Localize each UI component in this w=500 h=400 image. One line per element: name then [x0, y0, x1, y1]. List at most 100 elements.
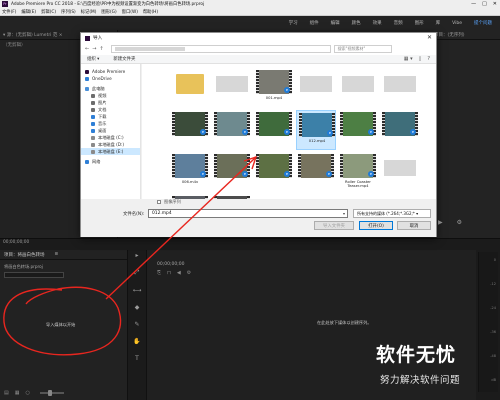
- image-sequence-checkbox[interactable]: [157, 200, 161, 204]
- program-panel: 节目：(无序列) ▶ ⚙: [430, 30, 500, 238]
- menu-sequence[interactable]: 序列(S): [61, 9, 76, 15]
- nav-item[interactable]: 本地磁盘 (D:): [81, 141, 140, 148]
- filetype-select[interactable]: 所有支持的媒体 (*.264;*.3G2;* ▾: [353, 209, 431, 218]
- file-item[interactable]: e 006.m4v: [170, 152, 210, 192]
- file-item[interactable]: e: [212, 110, 252, 150]
- ripple-edit-icon[interactable]: ⟷: [133, 287, 142, 294]
- maximize-button[interactable]: □: [482, 1, 487, 7]
- file-item[interactable]: e: [212, 152, 252, 192]
- watermark-logo: 软件无忧: [376, 344, 457, 366]
- project-search-input[interactable]: [4, 272, 64, 278]
- file-item[interactable]: [212, 68, 252, 108]
- workspace-tab-0[interactable]: 学习: [289, 20, 298, 26]
- dialog-close-button[interactable]: ✕: [427, 34, 432, 41]
- list-view-icon[interactable]: ▤: [4, 390, 9, 396]
- nest-icon[interactable]: ⎘: [157, 270, 161, 276]
- timeline-settings-icon[interactable]: ⚙: [187, 270, 191, 276]
- chevron-down-icon[interactable]: ▾: [343, 211, 345, 216]
- menu-help[interactable]: 帮助(H): [143, 9, 158, 15]
- file-item[interactable]: [296, 68, 336, 108]
- file-item[interactable]: e: [170, 110, 210, 150]
- type-icon[interactable]: T: [135, 355, 139, 362]
- address-bar[interactable]: [110, 45, 331, 53]
- new-folder-button[interactable]: 新建文件夹: [113, 56, 135, 62]
- pen-icon[interactable]: ✎: [134, 321, 139, 328]
- project-bottom-tools: ▤ ▦ ○: [4, 390, 124, 396]
- nav-item[interactable]: OneDrive: [81, 75, 140, 82]
- workspace-tab-3[interactable]: 颜色: [352, 20, 361, 26]
- window-title: Adobe Premiere Pro CC 2018 - E:\百度经验\PR中…: [11, 2, 205, 7]
- nav-item[interactable]: 网络: [81, 158, 140, 165]
- file-item[interactable]: [380, 68, 420, 108]
- minimize-button[interactable]: —: [471, 1, 476, 7]
- nav-item[interactable]: 音乐: [81, 120, 140, 127]
- workspace-tab-6[interactable]: 图形: [415, 20, 424, 26]
- media-badge-icon: e: [368, 129, 374, 135]
- workspace-tab-8[interactable]: Vibe: [452, 21, 462, 26]
- file-item[interactable]: e 012.mp4: [296, 110, 336, 150]
- organize-button[interactable]: 组织 ▾: [87, 56, 99, 62]
- nav-item[interactable]: 文档: [81, 106, 140, 113]
- nav-item[interactable]: Adobe Premiere: [81, 68, 140, 75]
- file-item[interactable]: e: [296, 152, 336, 192]
- menu-clip[interactable]: 剪辑(C): [41, 9, 56, 15]
- preview-pane-button[interactable]: ▯: [419, 56, 422, 62]
- workspace-tab-2[interactable]: 编辑: [331, 20, 340, 26]
- play-icon[interactable]: ▶: [438, 219, 443, 226]
- nav-item[interactable]: 本地磁盘 (E:): [81, 148, 140, 155]
- dialog-search-input[interactable]: 搜索"视频素材": [333, 45, 392, 53]
- settings-icon[interactable]: ⚙: [457, 219, 462, 226]
- workspace-tab-4[interactable]: 效果: [373, 20, 382, 26]
- file-item[interactable]: [338, 68, 378, 108]
- up-icon[interactable]: ↑: [99, 46, 103, 52]
- razor-icon[interactable]: ◆: [135, 304, 140, 311]
- nav-item[interactable]: 视频: [81, 92, 140, 99]
- nav-item[interactable]: 桌面: [81, 127, 140, 134]
- freeform-view-icon[interactable]: ○: [25, 390, 29, 396]
- menu-edit[interactable]: 编辑(E): [21, 9, 36, 15]
- panel-menu-icon[interactable]: ≡: [55, 252, 59, 257]
- workspace-tab-7[interactable]: 库: [436, 20, 441, 26]
- workspace-tab-9[interactable]: 提个问题: [474, 20, 492, 26]
- menu-graphics[interactable]: 图形(G): [101, 9, 116, 15]
- help-icon[interactable]: ?: [427, 56, 430, 62]
- close-window-button[interactable]: ✕: [493, 1, 497, 7]
- track-select-icon[interactable]: ⤢: [135, 269, 140, 277]
- tab-project[interactable]: 项目：将画白色转场: [4, 252, 45, 258]
- snap-icon[interactable]: ⊓: [167, 270, 171, 276]
- program-panel-header[interactable]: 节目：(无序列): [430, 30, 500, 40]
- selection-tool-icon[interactable]: ▸: [135, 252, 138, 259]
- open-button[interactable]: 打开(O): [359, 221, 393, 230]
- forward-icon[interactable]: →: [92, 46, 96, 52]
- zoom-slider[interactable]: [39, 390, 64, 396]
- file-item[interactable]: [380, 152, 420, 192]
- workspace-tab-5[interactable]: 音频: [394, 20, 403, 26]
- nav-item[interactable]: 图片: [81, 99, 140, 106]
- nav-item[interactable]: 下载: [81, 113, 140, 120]
- file-item[interactable]: e: [338, 110, 378, 150]
- import-dialog: 导入 ✕ ← → ↑ 搜索"视频素材" 组织 ▾ 新建文件夹 ▦ ▾ ▯ ? A…: [80, 32, 437, 237]
- hand-icon[interactable]: ✋: [133, 338, 140, 345]
- import-folder-button[interactable]: 导入文件夹: [314, 221, 354, 230]
- cancel-button[interactable]: 取消: [397, 221, 431, 230]
- filename-input[interactable]: 012.mp4 ▾: [148, 209, 348, 218]
- menu-file[interactable]: 文件(F): [2, 9, 16, 15]
- file-item[interactable]: e: [254, 152, 294, 192]
- nav-item[interactable]: 本地磁盘 (C:): [81, 134, 140, 141]
- icon-view-icon[interactable]: ▦: [15, 390, 20, 396]
- menu-window[interactable]: 窗口(W): [122, 9, 138, 15]
- back-icon[interactable]: ←: [85, 46, 89, 52]
- image-sequence-option[interactable]: 图像序列: [157, 199, 181, 205]
- workspace-tab-1[interactable]: 组件: [310, 20, 319, 26]
- file-item[interactable]: e: [380, 110, 420, 150]
- view-mode-button[interactable]: ▦ ▾: [404, 56, 413, 62]
- file-item[interactable]: e 001.mp4: [254, 68, 294, 108]
- marker-icon[interactable]: ◀: [177, 270, 181, 276]
- file-item[interactable]: e Roller Coaster Teaser.mp4: [338, 152, 378, 192]
- media-badge-icon: e: [284, 87, 290, 93]
- nav-item[interactable]: 此电脑: [81, 85, 140, 92]
- menu-marker[interactable]: 标记(M): [81, 9, 97, 15]
- file-item[interactable]: e: [254, 110, 294, 150]
- nav-item-label: 本地磁盘 (D:): [98, 141, 124, 147]
- folder-item[interactable]: [170, 68, 210, 108]
